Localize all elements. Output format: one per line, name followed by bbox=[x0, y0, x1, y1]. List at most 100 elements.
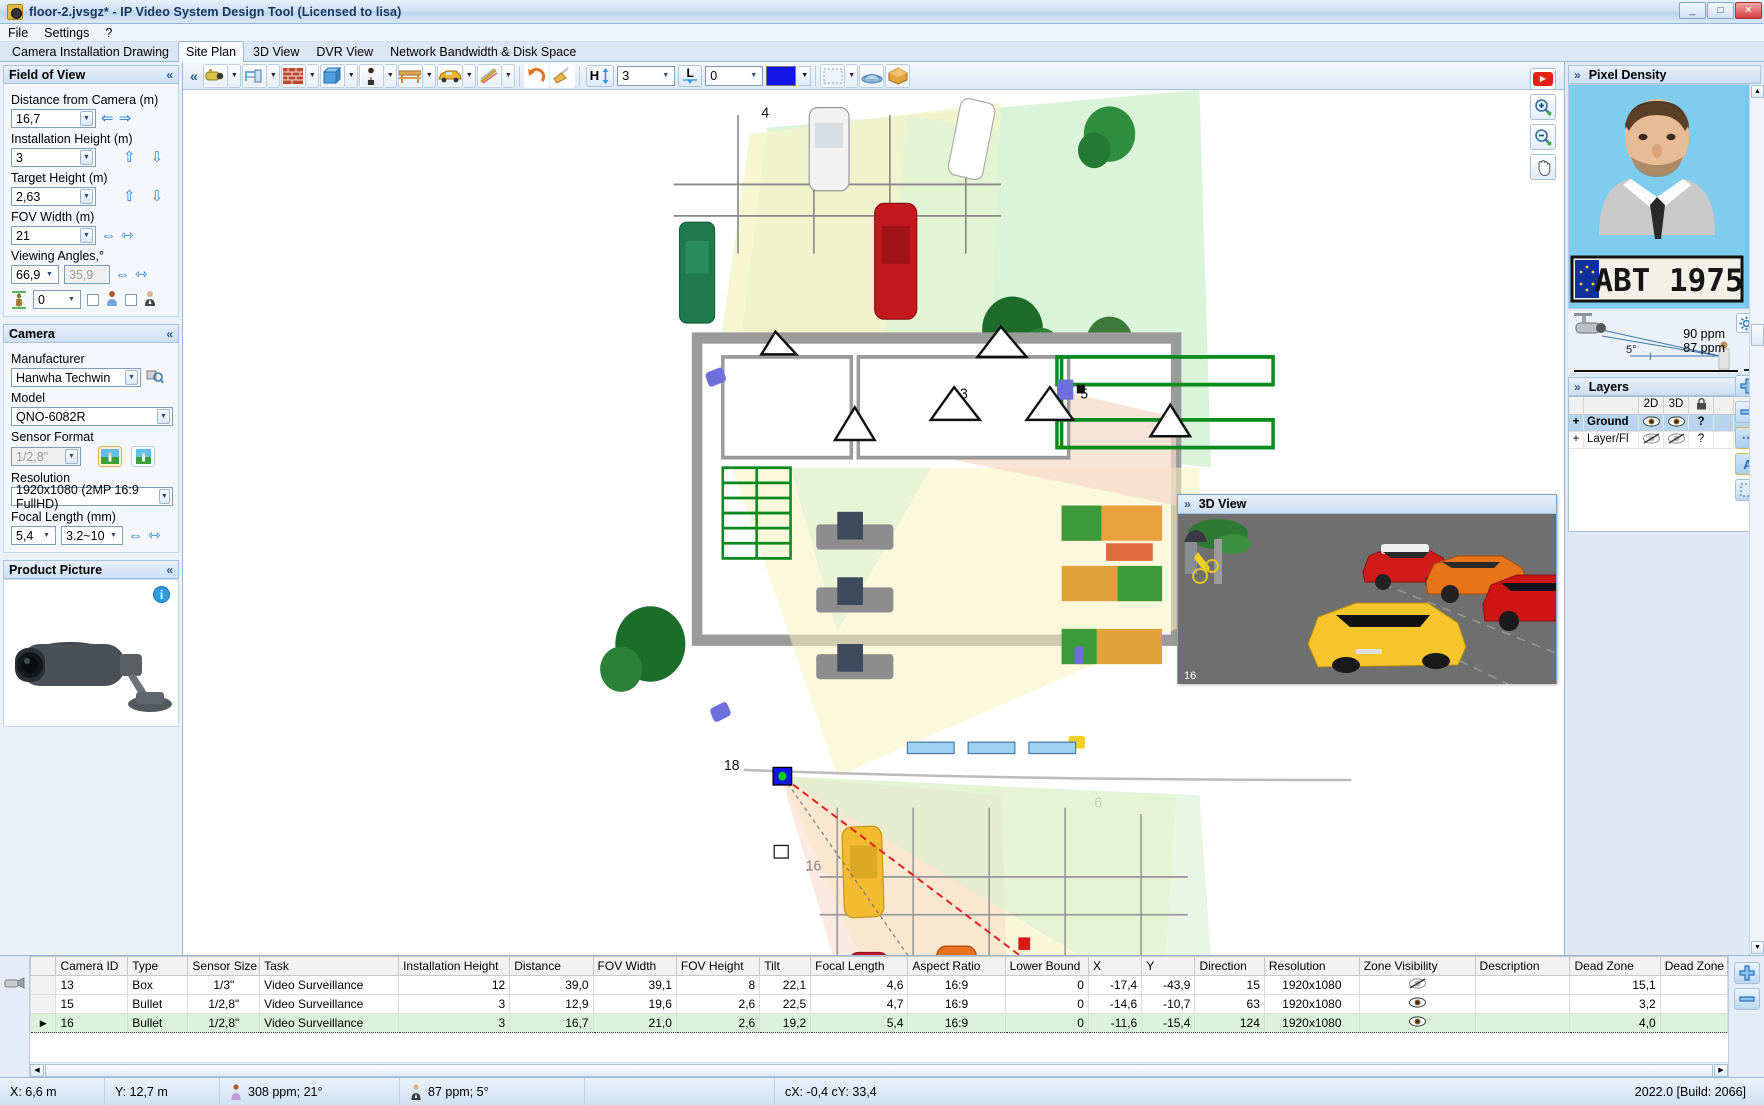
fov-width-input[interactable]: 21 ▼ bbox=[11, 226, 96, 245]
chevron-down-icon[interactable]: ▼ bbox=[157, 409, 170, 424]
expand-chevron-icon[interactable]: » bbox=[1184, 497, 1191, 511]
box-tool-dropdown[interactable]: ▼ bbox=[346, 64, 358, 88]
layers-col-2d[interactable]: 2D bbox=[1639, 397, 1664, 414]
collapse-chevron-icon[interactable]: « bbox=[166, 327, 173, 341]
table-row[interactable]: 13 Box 1/3" Video Surveillance 12 39,0 3… bbox=[31, 976, 1728, 995]
distance-input[interactable]: 16,7 ▼ bbox=[11, 109, 96, 128]
collapse-chevron-icon[interactable]: « bbox=[166, 68, 173, 82]
layers-col-3d[interactable]: 3D bbox=[1664, 397, 1689, 414]
chevron-down-icon[interactable]: ▼ bbox=[107, 528, 120, 543]
wall-tool-dropdown[interactable]: ▼ bbox=[307, 64, 319, 88]
layer-3d-visibility-toggle[interactable] bbox=[1664, 432, 1689, 448]
select-region-tool-button[interactable] bbox=[820, 64, 845, 88]
tab-3d-view[interactable]: 3D View bbox=[245, 42, 307, 61]
furniture-tool-dropdown[interactable]: ▼ bbox=[424, 64, 436, 88]
chevron-down-icon[interactable]: ▼ bbox=[80, 189, 93, 204]
chevron-down-icon[interactable]: ▼ bbox=[159, 489, 170, 504]
target-height-input[interactable]: 2,63 ▼ bbox=[11, 187, 96, 206]
distance-decrease-button[interactable]: ⇐ bbox=[101, 111, 114, 126]
add-camera-button[interactable] bbox=[1734, 962, 1760, 984]
layers-row-floor[interactable]: + Layer/Fl ? bbox=[1569, 432, 1760, 449]
installation-height-down-button[interactable]: ⇩ bbox=[151, 150, 164, 165]
col-dead-zone-2[interactable]: Dead Zone \ bbox=[1660, 957, 1727, 976]
expand-chevron-icon[interactable]: » bbox=[1574, 380, 1581, 394]
layers-row-ground[interactable]: + Ground ? bbox=[1569, 415, 1760, 432]
vehicle-tool-dropdown[interactable]: ▼ bbox=[464, 64, 476, 88]
target-height-down-button[interactable]: ⇩ bbox=[151, 189, 164, 204]
viewing-angle-widen-button[interactable]: ⇔ bbox=[115, 267, 130, 282]
model-3d-tool-button[interactable] bbox=[885, 64, 910, 88]
scroll-thumb[interactable] bbox=[45, 1064, 1713, 1077]
right-dock-scrollbar[interactable]: ▲ ▼ bbox=[1749, 84, 1764, 955]
pointer-tool-dropdown[interactable]: ▼ bbox=[503, 64, 515, 88]
focal-length-range-select[interactable]: 3.2~10 ▼ bbox=[61, 526, 123, 545]
installation-height-up-button[interactable]: ⇧ bbox=[123, 150, 136, 165]
col-installation-height[interactable]: Installation Height bbox=[399, 957, 510, 976]
distance-increase-button[interactable]: ⇒ bbox=[119, 111, 132, 126]
col-direction[interactable]: Direction bbox=[1195, 957, 1264, 976]
person-offset-input[interactable]: 0 ▼ bbox=[33, 290, 81, 309]
info-icon[interactable]: i bbox=[153, 586, 170, 603]
model-select[interactable]: QNO-6082R ▼ bbox=[11, 407, 173, 426]
youtube-help-button[interactable]: ▶ bbox=[1530, 68, 1556, 90]
scroll-left-button[interactable]: ◀ bbox=[30, 1064, 44, 1077]
pointer-tool-button[interactable] bbox=[477, 64, 502, 88]
person-tool-button[interactable] bbox=[359, 64, 384, 88]
scroll-down-button[interactable]: ▼ bbox=[1751, 941, 1764, 954]
layer-2d-visibility-toggle[interactable] bbox=[1639, 432, 1664, 448]
3d-view-header[interactable]: » 3D View bbox=[1178, 495, 1556, 514]
layers-header[interactable]: » Layers bbox=[1568, 377, 1761, 396]
viewing-angle-narrow-button[interactable]: ⇿ bbox=[135, 267, 148, 282]
col-aspect-ratio[interactable]: Aspect Ratio bbox=[908, 957, 1005, 976]
target-height-up-button[interactable]: ⇧ bbox=[123, 189, 136, 204]
ground-tool-button[interactable] bbox=[859, 64, 884, 88]
table-horizontal-scrollbar[interactable]: ◀ ▶ bbox=[30, 1062, 1728, 1077]
chevron-down-icon[interactable]: ▼ bbox=[40, 528, 53, 543]
col-lower-bound[interactable]: Lower Bound bbox=[1005, 957, 1088, 976]
zoom-out-button[interactable] bbox=[1530, 124, 1556, 150]
zoom-in-button[interactable] bbox=[1530, 94, 1556, 120]
chevron-down-icon[interactable]: ▼ bbox=[125, 370, 138, 385]
layer-expander[interactable]: + bbox=[1569, 415, 1584, 431]
col-resolution[interactable]: Resolution bbox=[1264, 957, 1359, 976]
chevron-down-icon[interactable]: ▼ bbox=[80, 228, 93, 243]
focal-length-input[interactable]: 5,4 ▼ bbox=[11, 526, 56, 545]
select-region-dropdown[interactable]: ▼ bbox=[846, 64, 858, 88]
furniture-tool-button[interactable] bbox=[398, 64, 423, 88]
tab-network-bandwidth[interactable]: Network Bandwidth & Disk Space bbox=[382, 42, 584, 61]
col-tilt[interactable]: Tilt bbox=[760, 957, 811, 976]
measure-tool-button[interactable] bbox=[242, 64, 267, 88]
chevron-down-icon[interactable]: ▼ bbox=[659, 68, 672, 83]
menu-item-help[interactable]: ? bbox=[105, 26, 112, 40]
level-tool-icon[interactable]: L bbox=[678, 65, 702, 87]
camera-tool-dropdown[interactable]: ▼ bbox=[229, 64, 241, 88]
col-sensor-size[interactable]: Sensor Size bbox=[188, 957, 260, 976]
collapse-chevron-icon[interactable]: « bbox=[166, 563, 173, 577]
tab-camera-installation-drawing[interactable]: Camera Installation Drawing bbox=[4, 42, 177, 61]
vehicle-tool-button[interactable] bbox=[437, 64, 463, 88]
undo-button[interactable] bbox=[524, 64, 549, 88]
camera-tool-button[interactable] bbox=[203, 64, 228, 88]
camera-search-icon[interactable] bbox=[146, 368, 164, 387]
fov-width-widen-button[interactable]: ⇔ bbox=[101, 228, 116, 243]
3d-view-render[interactable]: 16 bbox=[1178, 514, 1556, 684]
camera-list-icon[interactable] bbox=[4, 974, 26, 995]
close-button[interactable]: ✕ bbox=[1735, 2, 1762, 19]
pan-button[interactable] bbox=[1530, 154, 1556, 180]
expand-chevron-icon[interactable]: » bbox=[1574, 68, 1581, 82]
row-marker[interactable]: ▶ bbox=[31, 1014, 56, 1033]
layer-lock-toggle[interactable]: ? bbox=[1689, 415, 1714, 431]
menu-item-settings[interactable]: Settings bbox=[44, 26, 89, 40]
camera-section-header[interactable]: Camera « bbox=[3, 324, 179, 343]
col-fov-height[interactable]: FOV Height bbox=[676, 957, 759, 976]
cell-zone-visibility[interactable] bbox=[1359, 995, 1475, 1014]
col-type[interactable]: Type bbox=[128, 957, 188, 976]
layers-col-lock[interactable] bbox=[1689, 397, 1714, 414]
color-swatch[interactable] bbox=[766, 66, 796, 86]
chevron-down-icon[interactable]: ▼ bbox=[80, 150, 93, 165]
wall-tool-button[interactable] bbox=[281, 64, 306, 88]
color-dropdown[interactable]: ▼ bbox=[799, 66, 811, 86]
focal-length-widen-button[interactable]: ⇔ bbox=[128, 528, 143, 543]
minimize-button[interactable]: _ bbox=[1679, 2, 1706, 19]
product-picture-header[interactable]: Product Picture « bbox=[3, 560, 179, 579]
